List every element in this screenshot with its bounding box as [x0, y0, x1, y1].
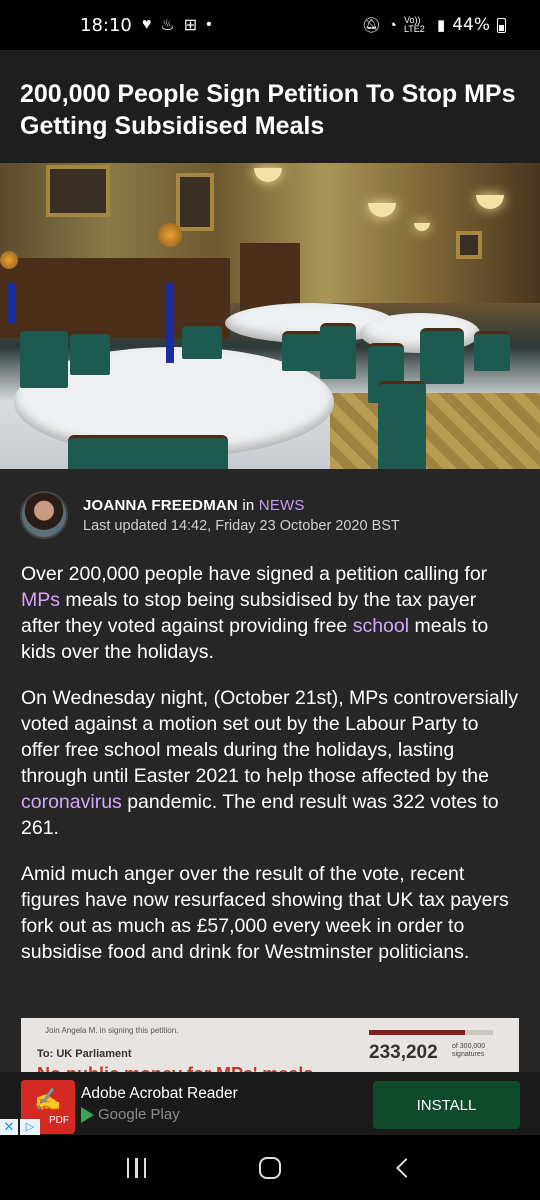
hero-chair	[182, 323, 222, 359]
signature-progress-bar	[369, 1030, 493, 1035]
google-play-icon	[81, 1106, 94, 1123]
hero-chair	[68, 435, 228, 469]
ad-close-icon[interactable]: ✕	[0, 1119, 18, 1135]
install-button[interactable]: INSTALL	[373, 1081, 520, 1129]
headline-area: 200,000 People Sign Petition To Stop MPs…	[0, 50, 540, 163]
hero-chair	[474, 331, 510, 371]
paragraph-2: On Wednesday night, (October 21st), MPs …	[21, 685, 520, 841]
acrobat-pdf-label: PDF	[49, 1114, 69, 1126]
paragraph-text: Over 200,000 people have signed a petiti…	[21, 563, 488, 585]
teams-icon: ⊞	[183, 17, 198, 34]
battery-percent: 44%	[452, 15, 490, 35]
school-link[interactable]: school	[353, 615, 409, 637]
ad-choices-icon[interactable]: ▷	[20, 1119, 40, 1135]
hero-vase	[166, 283, 174, 363]
article-body: Over 200,000 people have signed a petiti…	[0, 541, 540, 965]
hero-chair	[378, 381, 426, 469]
last-updated: Last updated 14:42, Friday 23 October 20…	[83, 517, 400, 534]
ad-store-label: Google Play	[98, 1106, 180, 1123]
hero-chair	[420, 328, 464, 384]
home-button[interactable]	[240, 1146, 300, 1190]
byline: JOANNA FREEDMAN in NEWS Last updated 14:…	[0, 469, 540, 541]
status-bar: 18:10 ♥ ♨ ⊞ • 🔕︎ ◔ Vo)) LTE2 ▮ 44%	[0, 0, 540, 50]
home-icon	[258, 1156, 281, 1179]
article-headline: 200,000 People Sign Petition To Stop MPs…	[20, 80, 516, 140]
hero-portrait	[46, 165, 110, 217]
signal-icon: ▮	[436, 17, 446, 34]
acrobat-logo-icon: ✍	[34, 1086, 62, 1112]
embed-to-text: To: UK Parliament	[37, 1048, 132, 1060]
hero-flower	[0, 251, 18, 269]
author-name[interactable]: JOANNA FREEDMAN	[83, 497, 238, 514]
system-nav-bar	[0, 1135, 540, 1200]
embed-join-text: Join Angela M. in signing this petition.	[45, 1026, 179, 1035]
ad-store: Google Play	[81, 1106, 180, 1123]
recent-apps-button[interactable]	[107, 1146, 167, 1190]
mute-icon: 🔕︎	[361, 17, 381, 34]
paragraph-3: Amid much anger over the result of the v…	[21, 863, 509, 963]
dot-icon: •	[206, 16, 212, 33]
paragraph-text: On Wednesday night, (October 21st), MPs …	[21, 687, 519, 787]
hero-floor	[330, 393, 540, 469]
heart-icon: ♥	[141, 16, 152, 33]
ad-banner[interactable]: ✍ PDF Adobe Acrobat Reader Google Play I…	[0, 1072, 540, 1135]
byline-in: in	[242, 496, 255, 514]
network-label: Vo)) LTE2	[403, 15, 425, 34]
signature-count: 233,202	[369, 1042, 438, 1063]
hero-vase	[8, 283, 16, 323]
article-view[interactable]: 200,000 People Sign Petition To Stop MPs…	[0, 50, 540, 1135]
recent-apps-icon	[126, 1157, 147, 1178]
hero-chair	[20, 328, 68, 388]
category-link[interactable]: NEWS	[259, 497, 305, 514]
mps-link[interactable]: MPs	[21, 589, 60, 611]
coronavirus-link[interactable]: coronavirus	[21, 791, 122, 813]
hero-flower	[158, 223, 182, 247]
ad-app-name[interactable]: Adobe Acrobat Reader	[81, 1085, 238, 1103]
status-time: 18:10	[80, 14, 132, 36]
signature-goal-unit: signatures	[452, 1051, 485, 1058]
hero-portrait	[456, 231, 482, 259]
battery-icon	[497, 17, 506, 33]
notification-icon: ♨	[160, 17, 175, 34]
petition-embed-image[interactable]: Join Angela M. in signing this petition.…	[21, 1018, 519, 1078]
hero-chair	[70, 331, 110, 375]
hero-chair	[320, 323, 356, 379]
signature-progress-fill	[369, 1030, 466, 1035]
hero-chair	[282, 331, 324, 371]
author-avatar[interactable]	[20, 491, 68, 539]
signature-goal-value: of 300,000	[452, 1043, 486, 1050]
signature-goal: of 300,000 signatures	[452, 1043, 485, 1059]
paragraph-1: Over 200,000 people have signed a petiti…	[21, 561, 520, 665]
wifi-icon: ◔	[387, 16, 397, 34]
hero-image[interactable]	[0, 163, 540, 469]
back-icon	[396, 1157, 417, 1178]
back-button[interactable]	[373, 1146, 433, 1190]
hero-portrait	[176, 173, 214, 231]
